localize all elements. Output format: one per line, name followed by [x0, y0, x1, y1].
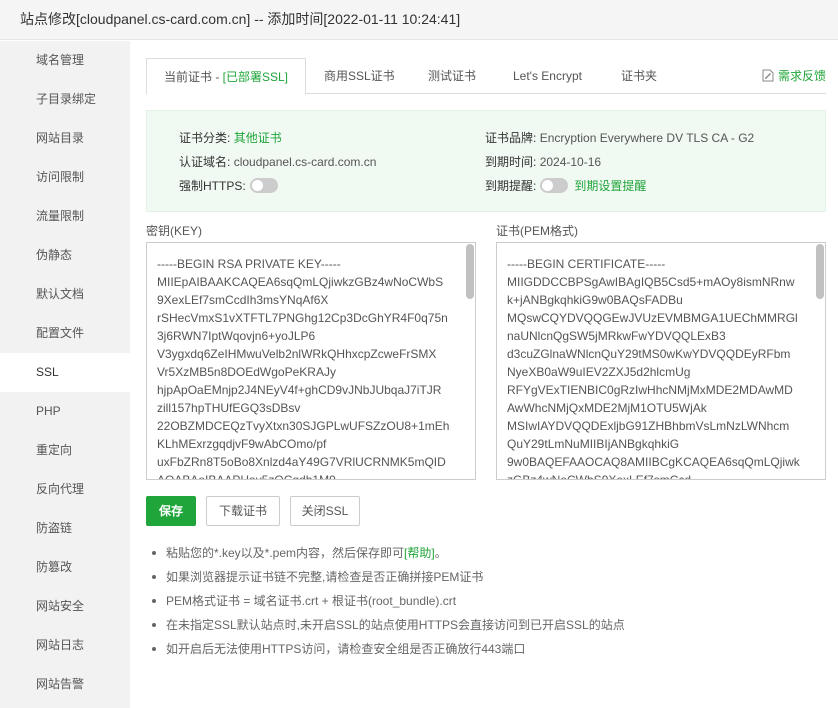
tip-item: PEM格式证书 = 域名证书.crt + 根证书(root_bundle).cr…: [150, 593, 830, 617]
tip-1-end: 。: [434, 546, 447, 560]
sidebar-item-subdir[interactable]: 子目录绑定: [0, 80, 130, 119]
tab-current-cert[interactable]: 当前证书 - [已部署SSL]: [146, 58, 306, 95]
sidebar-item-php[interactable]: PHP: [0, 392, 130, 431]
cert-category-label: 证书分类:: [179, 131, 231, 145]
tab-test-cert[interactable]: 测试证书: [428, 58, 476, 94]
sidebar-item-alert[interactable]: 网站告警: [0, 665, 130, 704]
sidebar-item-traffic-limit[interactable]: 流量限制: [0, 197, 130, 236]
sidebar-item-security[interactable]: 网站安全: [0, 587, 130, 626]
tips-list: 粘贴您的*.key以及*.pem内容，然后保存即可[帮助]。 如果浏览器提示证书…: [150, 545, 830, 665]
sidebar-item-rewrite[interactable]: 伪静态: [0, 236, 130, 275]
sidebar-item-tamper[interactable]: 防篡改: [0, 548, 130, 587]
ssl-tabs: 当前证书 - [已部署SSL] 商用SSL证书 测试证书 Let's Encry…: [146, 58, 826, 95]
force-https-label: 强制HTTPS:: [179, 179, 246, 193]
reminder-row: 到期提醒: 到期设置提醒: [485, 178, 646, 194]
tab-current-cert-label: 当前证书 -: [163, 70, 223, 84]
tip-1-text: 粘贴您的*.key以及*.pem内容，然后保存即可: [166, 546, 405, 560]
cert-textarea[interactable]: -----BEGIN CERTIFICATE----- MIIGDDCCBPSg…: [496, 242, 826, 480]
title-bar: 站点修改[cloudpanel.cs-card.com.cn] -- 添加时间[…: [0, 0, 838, 40]
window-title: 站点修改[cloudpanel.cs-card.com.cn] -- 添加时间[…: [20, 11, 461, 27]
sidebar: 域名管理 子目录绑定 网站目录 访问限制 流量限制 伪静态 默认文档 配置文件 …: [0, 41, 130, 708]
tip-item: 如果浏览器提示证书链不完整,请检查是否正确拼接PEM证书: [150, 569, 830, 593]
cert-expire-label: 到期时间:: [485, 155, 537, 169]
force-https-row: 强制HTTPS:: [179, 178, 278, 194]
cert-domain-label: 认证域名:: [179, 155, 231, 169]
tip-item: 在未指定SSL默认站点时,未开启SSL的站点使用HTTPS会直接访问到已开启SS…: [150, 617, 830, 641]
cert-brand-value: Encryption Everywhere DV TLS CA - G2: [539, 131, 755, 145]
cert-domain-value: cloudpanel.cs-card.com.cn: [233, 155, 377, 169]
save-button[interactable]: 保存: [146, 496, 196, 526]
cert-category-row: 证书分类: 其他证书: [179, 130, 282, 146]
sidebar-item-logs[interactable]: 网站日志: [0, 626, 130, 665]
feedback-label: 需求反馈: [777, 69, 826, 83]
cert-expire-value: 2024-10-16: [539, 155, 602, 169]
download-cert-button[interactable]: 下载证书: [206, 496, 280, 526]
tab-lets-encrypt[interactable]: Let's Encrypt: [513, 58, 582, 94]
sidebar-item-domain[interactable]: 域名管理: [0, 41, 130, 80]
deployed-status: [已部署SSL]: [222, 70, 289, 84]
reminder-toggle[interactable]: [540, 178, 569, 193]
tip-item: 如开启后无法使用HTTPS访问，请检查安全组是否正确放行443端口: [150, 641, 830, 665]
tab-commercial-ssl[interactable]: 商用SSL证书: [324, 58, 395, 94]
sidebar-item-hotlink[interactable]: 防盗链: [0, 509, 130, 548]
cert-info-panel: 证书分类: 其他证书 证书品牌: Encryption Everywhere D…: [146, 110, 826, 212]
cert-brand-row: 证书品牌: Encryption Everywhere DV TLS CA - …: [485, 130, 754, 146]
reminder-label: 到期提醒:: [485, 179, 537, 193]
cert-category-value: 其他证书: [233, 131, 282, 145]
sidebar-item-reverse-proxy[interactable]: 反向代理: [0, 470, 130, 509]
cert-scrollbar[interactable]: [816, 244, 824, 299]
force-https-toggle[interactable]: [249, 178, 278, 193]
help-link[interactable]: [帮助]: [404, 546, 435, 560]
key-content: -----BEGIN RSA PRIVATE KEY----- MIIEpAIB…: [157, 257, 450, 480]
sidebar-item-site-dir[interactable]: 网站目录: [0, 119, 130, 158]
close-ssl-button[interactable]: 关闭SSL: [290, 496, 360, 526]
cert-content: -----BEGIN CERTIFICATE----- MIIGDDCCBPSg…: [507, 257, 800, 480]
sidebar-item-redirect[interactable]: 重定向: [0, 431, 130, 470]
tab-cert-folder[interactable]: 证书夹: [621, 58, 657, 94]
key-scrollbar[interactable]: [466, 244, 474, 299]
key-textarea[interactable]: -----BEGIN RSA PRIVATE KEY----- MIIEpAIB…: [146, 242, 476, 480]
cert-domain-row: 认证域名: cloudpanel.cs-card.com.cn: [179, 154, 376, 170]
cert-expire-row: 到期时间: 2024-10-16: [485, 154, 601, 170]
reminder-settings-link[interactable]: 到期设置提醒: [574, 179, 646, 193]
feedback-link[interactable]: 需求反馈: [762, 58, 826, 94]
cert-label: 证书(PEM格式): [496, 224, 578, 238]
sidebar-item-ssl[interactable]: SSL: [0, 353, 130, 392]
sidebar-item-default-doc[interactable]: 默认文档: [0, 275, 130, 314]
cert-brand-label: 证书品牌:: [485, 131, 537, 145]
sidebar-item-config[interactable]: 配置文件: [0, 314, 130, 353]
key-label: 密钥(KEY): [146, 224, 203, 238]
edit-icon: [762, 69, 774, 82]
tip-item: 粘贴您的*.key以及*.pem内容，然后保存即可[帮助]。: [150, 545, 830, 569]
sidebar-item-access-limit[interactable]: 访问限制: [0, 158, 130, 197]
